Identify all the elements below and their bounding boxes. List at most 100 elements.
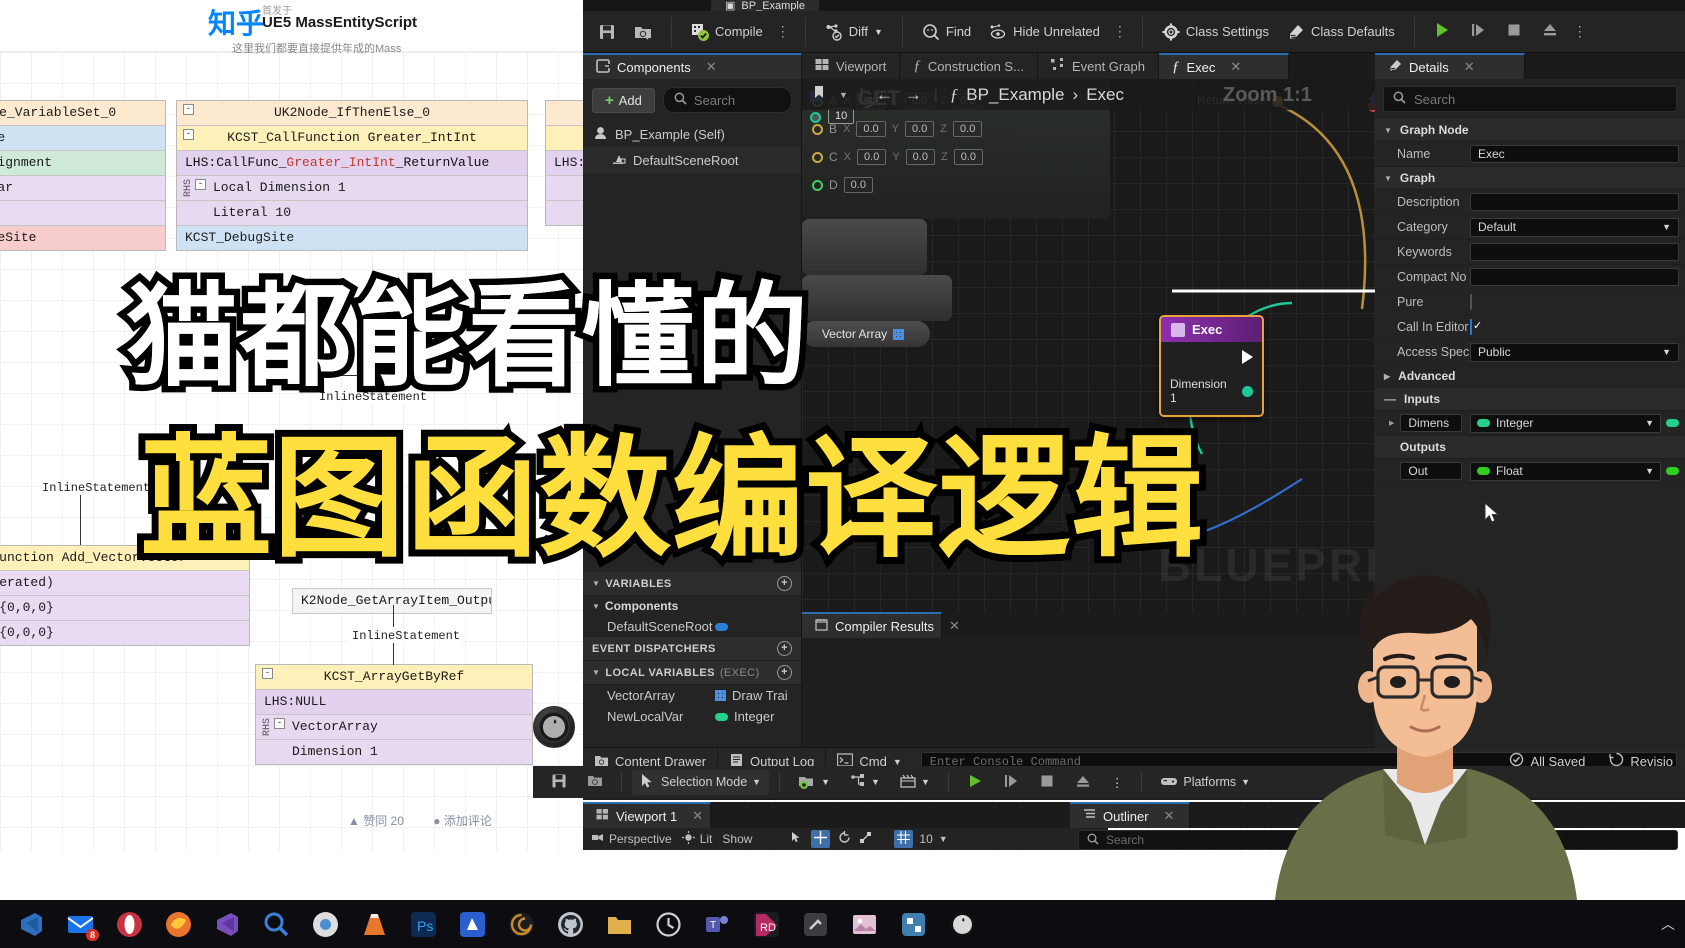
chevron-right-icon[interactable]: ▶ (1389, 419, 1394, 427)
add-component-button[interactable]: + Add (592, 87, 655, 113)
blueprint-window-tab[interactable]: ▣ BP_Example (711, 0, 819, 11)
tab-details[interactable]: Details ✕ (1375, 53, 1525, 79)
show-button[interactable]: Show (722, 832, 752, 846)
chevron-up-icon[interactable]: ︿ (1661, 914, 1675, 934)
local-variables-section-header[interactable]: ▼ LOCAL VARIABLES (EXEC) + (583, 661, 801, 685)
play-level-options-button[interactable]: ⋮ (1103, 772, 1132, 793)
taskbar-app-icon[interactable] (900, 911, 927, 938)
name-field[interactable]: Exec (1470, 145, 1679, 163)
stop-button[interactable] (1497, 16, 1531, 48)
event-dispatchers-section-header[interactable]: EVENT DISPATCHERS + (583, 637, 801, 661)
add-event-dispatcher-button[interactable]: + (777, 641, 792, 656)
hide-unrelated-button[interactable]: Hide Unrelated (980, 16, 1109, 48)
tab-viewport1[interactable]: Viewport 1 ✕ (583, 802, 711, 828)
taskbar-firefox-icon[interactable] (165, 911, 192, 938)
details-section-advanced[interactable]: ▶ Advanced (1375, 365, 1685, 388)
back-button[interactable]: ← (876, 85, 893, 105)
select-tool-icon[interactable] (790, 831, 803, 847)
grid-snap-value[interactable]: 10 (919, 832, 932, 846)
details-section-outputs[interactable]: ▼ Outputs (1375, 436, 1685, 459)
compile-options-button[interactable]: ⋮ (772, 23, 795, 40)
collapse-icon[interactable]: - (183, 104, 194, 115)
browse-button[interactable] (625, 16, 661, 48)
play-options-button[interactable]: ⋮ (1569, 23, 1592, 40)
tab-components[interactable]: Components ✕ (583, 53, 802, 79)
details-section-inputs[interactable]: — Inputs (1375, 388, 1685, 411)
category-combo[interactable]: Default ▼ (1470, 217, 1679, 237)
cinematics-button[interactable]: ▼ (892, 770, 938, 795)
array-toggle-icon[interactable] (1666, 467, 1679, 475)
perspective-button[interactable]: Perspective (591, 831, 672, 847)
chevron-down-icon[interactable]: ▼ (939, 834, 948, 844)
compile-button[interactable]: Compile (682, 16, 772, 48)
find-button[interactable]: Find (913, 16, 980, 48)
compact-node-field[interactable] (1470, 268, 1679, 286)
close-icon[interactable]: ✕ (1230, 59, 1241, 75)
revision-status[interactable]: Revisio (1597, 752, 1685, 770)
taskbar-photoshop-icon[interactable]: Ps (410, 911, 437, 938)
exec-pin-icon[interactable] (1242, 350, 1253, 364)
taskbar-image-icon[interactable] (851, 911, 878, 938)
taskbar-folder-icon[interactable] (606, 911, 633, 938)
translate-tool-icon[interactable] (811, 830, 831, 848)
stop-level-button[interactable] (1031, 770, 1063, 795)
taskbar-vs-icon[interactable] (214, 911, 241, 938)
breadcrumb-root[interactable]: BP_Example (966, 85, 1064, 105)
diff-button[interactable]: Diff ▼ (816, 16, 892, 48)
taskbar-github-icon[interactable] (557, 911, 584, 938)
output-param-type-combo[interactable]: Float ▼ (1470, 461, 1661, 481)
taskbar-blueapp-icon[interactable] (459, 911, 486, 938)
step-level-button[interactable] (995, 770, 1027, 795)
input-param-type-combo[interactable]: Integer ▼ (1470, 413, 1661, 433)
local-variable-row-vectorarray[interactable]: VectorArray Draw Trai (583, 685, 801, 706)
compare-literal[interactable]: 10 (828, 108, 855, 124)
comment-button[interactable]: ● 添加评论 (433, 812, 492, 829)
tab-event-graph[interactable]: Event Graph (1037, 53, 1159, 79)
selection-mode-button[interactable]: Selection Mode ▼ (632, 769, 770, 795)
taskbar-clock-icon[interactable] (655, 911, 682, 938)
array-toggle-icon[interactable] (1666, 419, 1679, 427)
close-icon[interactable]: ✕ (1464, 59, 1475, 75)
tab-construction-script[interactable]: ƒ Construction S... (900, 53, 1038, 79)
close-icon[interactable]: ✕ (692, 808, 703, 824)
variable-row-defaultsceneroot[interactable]: DefaultSceneRoot (583, 616, 801, 637)
details-search-input[interactable]: Search (1383, 86, 1677, 112)
pure-checkbox[interactable] (1470, 294, 1472, 310)
taskbar-vscode-icon[interactable] (18, 911, 45, 938)
taskbar-teams-icon[interactable]: T (704, 911, 731, 938)
tab-exec[interactable]: ƒ Exec ✕ (1158, 53, 1289, 79)
save-button[interactable] (589, 16, 625, 48)
close-icon[interactable]: ✕ (949, 618, 960, 634)
pin-icon[interactable] (810, 112, 821, 123)
scale-tool-icon[interactable] (859, 831, 872, 847)
grid-snap-icon[interactable] (894, 830, 914, 848)
taskbar-vlc-icon[interactable] (361, 911, 388, 938)
collapse-icon[interactable]: - (183, 129, 194, 140)
close-icon[interactable]: ✕ (706, 59, 717, 75)
output-param-name[interactable]: Out (1400, 462, 1463, 480)
collapse-icon[interactable]: - (262, 668, 273, 679)
blueprints-button[interactable]: ▼ (842, 770, 888, 795)
lit-button[interactable]: Lit (681, 831, 712, 847)
play-level-button[interactable] (959, 770, 991, 795)
details-section-graph-node[interactable]: ▼ Graph Node (1375, 119, 1685, 142)
component-tree-item-self[interactable]: BP_Example (Self) (583, 121, 801, 147)
taskbar-mail-icon[interactable]: 8 (67, 911, 99, 941)
taskbar-chrome-icon[interactable] (312, 911, 339, 938)
keywords-field[interactable] (1470, 243, 1679, 261)
components-search-input[interactable]: Search (662, 87, 792, 113)
add-local-variable-button[interactable]: + (777, 665, 792, 680)
taskbar-tool-icon[interactable] (802, 911, 829, 938)
tab-outliner[interactable]: Outliner ✕ (1070, 802, 1190, 828)
like-button[interactable]: ▲ 赞同 20 (348, 812, 404, 829)
platforms-button[interactable]: Platforms ▼ (1152, 771, 1258, 794)
chevron-down-icon[interactable]: ▼ (839, 90, 848, 100)
component-tree-item-defaultsceneroot[interactable]: DefaultSceneRoot (583, 147, 801, 173)
local-variable-row-newlocalvar[interactable]: NewLocalVar Integer (583, 706, 801, 727)
tab-viewport[interactable]: Viewport (802, 53, 901, 79)
tab-compiler-results[interactable]: Compiler Results ✕ (802, 612, 960, 638)
close-icon[interactable]: ✕ (1164, 808, 1175, 824)
pin-icon[interactable] (1242, 385, 1253, 397)
taskbar-opera-icon[interactable] (116, 911, 143, 938)
step-button[interactable] (1461, 16, 1495, 48)
